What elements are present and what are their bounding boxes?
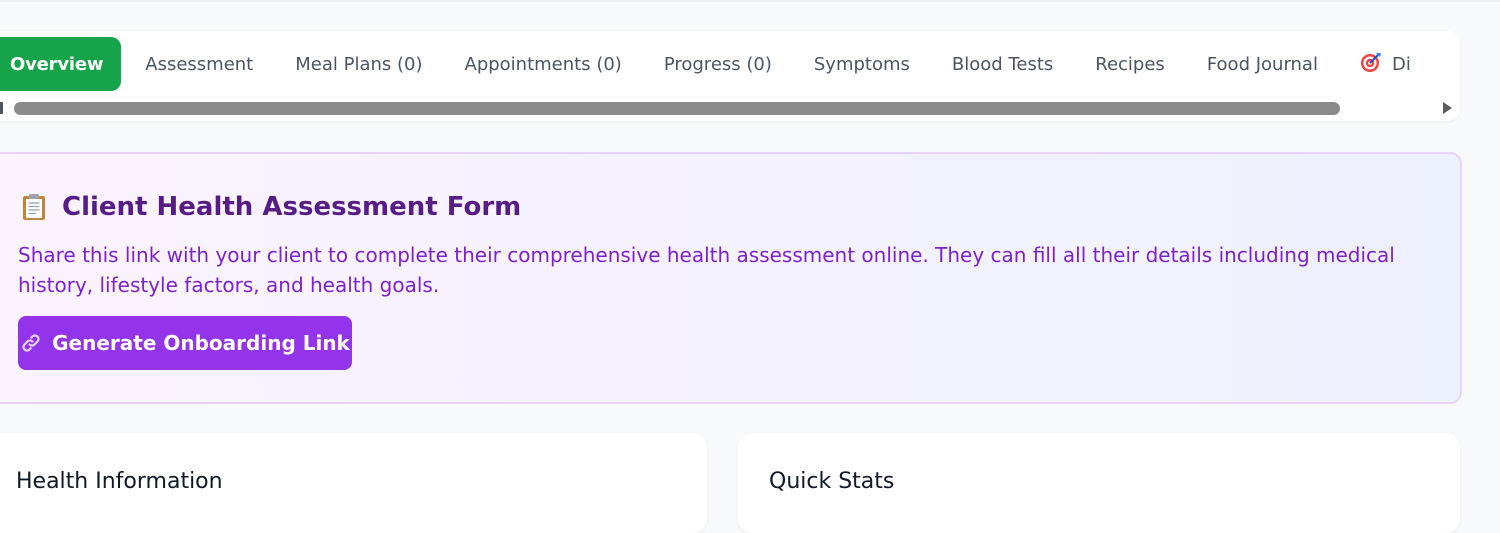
assessment-banner: Client Health Assessment Form Share this… [0,152,1462,404]
tab-overview[interactable]: Overview [0,37,122,91]
tab-symptoms[interactable]: Symptoms [814,54,910,75]
tab-di[interactable]: Di [1360,51,1411,78]
health-information-card: Health Information [0,433,707,533]
assessment-title: Client Health Assessment Form [62,192,522,222]
health-information-title: Health Information [16,469,223,494]
tabs-bar: Overview Assessment Meal Plans (0) Appoi… [0,31,1460,121]
tab-label: Food Journal [1206,53,1318,75]
quick-stats-card: Quick Stats [738,433,1460,533]
tab-label: Blood Tests [951,53,1054,75]
tabs-scrollbar[interactable] [0,101,1460,115]
tab-label: Progress (0) [663,53,772,75]
tab-label: Di [1391,53,1411,75]
tab-label: Appointments (0) [464,53,622,75]
tab-meal-plans[interactable]: Meal Plans (0) [295,54,422,75]
assessment-description: Share this link with your client to comp… [18,243,1395,297]
tab-list: Overview Assessment Meal Plans (0) Appoi… [0,37,1460,91]
tab-label: Assessment [145,53,254,75]
link-icon [20,332,42,354]
target-icon [1360,51,1382,78]
tab-label: Symptoms [813,53,910,75]
assessment-heading: Client Health Assessment Form [22,192,521,222]
tab-blood-tests[interactable]: Blood Tests [952,54,1053,75]
tab-progress[interactable]: Progress (0) [664,54,772,75]
tab-label: Overview [10,53,104,75]
clipboard-icon [22,193,46,221]
tab-food-journal[interactable]: Food Journal [1207,54,1318,75]
tab-label: Recipes [1095,53,1165,75]
tab-recipes[interactable]: Recipes [1095,54,1165,75]
scroll-thumb[interactable] [14,102,1340,115]
tab-appointments[interactable]: Appointments (0) [465,54,622,75]
scroll-right-arrow[interactable] [1443,102,1452,114]
quick-stats-title: Quick Stats [769,469,895,494]
top-divider [0,0,1500,2]
generate-onboarding-link-label: Generate Onboarding Link [52,331,350,355]
scroll-left-arrow[interactable] [0,102,3,114]
tab-label: Meal Plans (0) [295,53,423,75]
generate-onboarding-link-button[interactable]: Generate Onboarding Link [18,316,352,370]
tab-assessment[interactable]: Assessment [145,54,253,75]
